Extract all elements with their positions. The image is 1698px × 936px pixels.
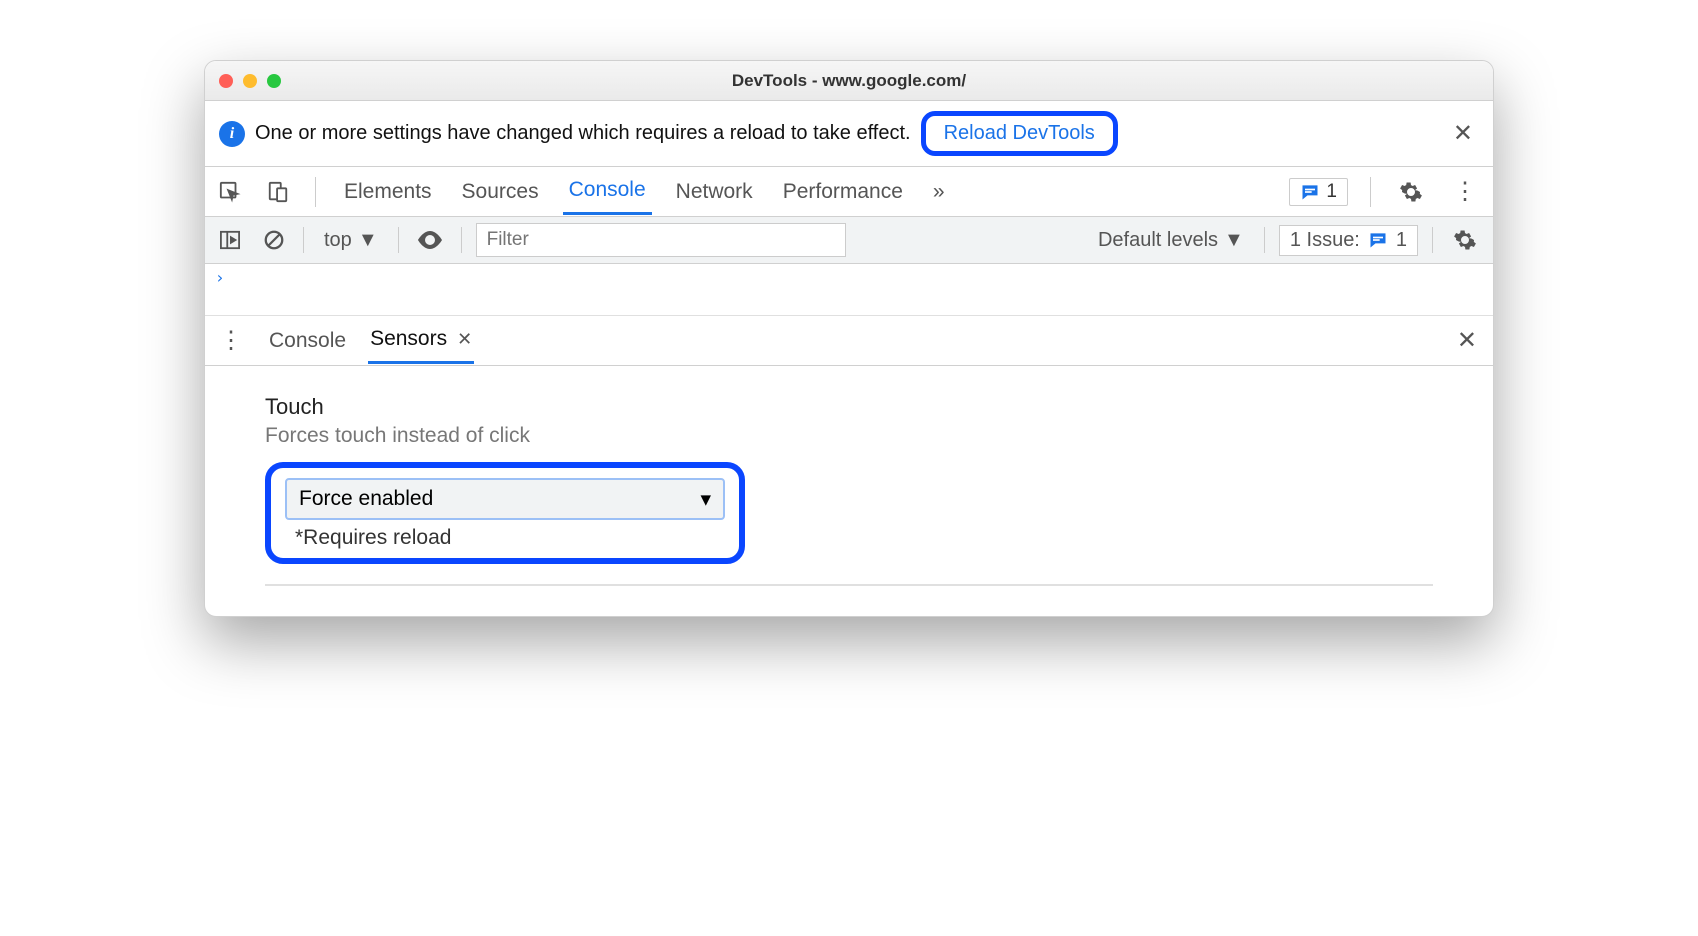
console-settings-gear-icon[interactable] bbox=[1447, 228, 1483, 252]
issue-icon bbox=[1368, 230, 1388, 250]
touch-select-value: Force enabled bbox=[299, 487, 433, 511]
messages-count: 1 bbox=[1326, 181, 1337, 203]
requires-reload-note: *Requires reload bbox=[285, 526, 725, 550]
info-icon: i bbox=[219, 121, 245, 147]
more-tabs-button[interactable]: » bbox=[927, 170, 951, 214]
close-tab-icon[interactable]: ✕ bbox=[457, 329, 472, 350]
levels-label: Default levels bbox=[1098, 229, 1218, 252]
live-expression-eye-icon[interactable] bbox=[413, 231, 447, 249]
touch-section-description: Forces touch instead of click bbox=[265, 424, 1433, 448]
issues-count: 1 bbox=[1396, 229, 1407, 252]
main-menu-kebab-icon[interactable]: ⋮ bbox=[1447, 177, 1483, 206]
console-filter-input[interactable] bbox=[476, 223, 846, 257]
tab-network[interactable]: Network bbox=[670, 170, 759, 214]
infobar-message: One or more settings have changed which … bbox=[255, 122, 911, 145]
close-drawer-button[interactable]: ✕ bbox=[1451, 326, 1483, 355]
window-titlebar: DevTools - www.google.com/ bbox=[205, 61, 1493, 101]
messages-badge[interactable]: 1 bbox=[1289, 178, 1348, 206]
reload-infobar: i One or more settings have changed whic… bbox=[205, 101, 1493, 167]
execution-context-select[interactable]: top ▼ bbox=[318, 227, 384, 254]
window-title: DevTools - www.google.com/ bbox=[205, 71, 1493, 91]
drawer-tabstrip: ⋮ Console Sensors ✕ ✕ bbox=[205, 316, 1493, 366]
main-tabstrip: Elements Sources Console Network Perform… bbox=[205, 167, 1493, 217]
drawer-menu-kebab-icon[interactable]: ⋮ bbox=[215, 326, 247, 355]
clear-console-icon[interactable] bbox=[259, 229, 289, 251]
reload-devtools-button[interactable]: Reload DevTools bbox=[921, 111, 1118, 156]
section-divider bbox=[265, 584, 1433, 586]
context-label: top bbox=[324, 229, 352, 252]
drawer-tab-console[interactable]: Console bbox=[267, 319, 348, 363]
message-icon bbox=[1300, 182, 1320, 202]
touch-section-label: Touch bbox=[265, 394, 1433, 420]
devtools-window: DevTools - www.google.com/ i One or more… bbox=[204, 60, 1494, 617]
tab-performance[interactable]: Performance bbox=[777, 170, 909, 214]
dropdown-triangle-icon: ▾ bbox=[700, 487, 711, 512]
tab-sources[interactable]: Sources bbox=[456, 170, 545, 214]
sensors-panel: Touch Forces touch instead of click Forc… bbox=[205, 366, 1493, 616]
touch-select-highlight: Force enabled ▾ *Requires reload bbox=[265, 462, 745, 564]
settings-gear-icon[interactable] bbox=[1393, 180, 1429, 204]
dropdown-triangle-icon: ▼ bbox=[358, 229, 378, 252]
tab-console[interactable]: Console bbox=[563, 168, 652, 215]
device-toggle-icon[interactable] bbox=[263, 181, 293, 203]
console-output[interactable]: › bbox=[205, 264, 1493, 316]
tab-elements[interactable]: Elements bbox=[338, 170, 438, 214]
inspect-element-icon[interactable] bbox=[215, 181, 245, 203]
console-prompt-icon: › bbox=[215, 268, 225, 287]
close-infobar-button[interactable]: ✕ bbox=[1447, 119, 1479, 148]
touch-mode-select[interactable]: Force enabled ▾ bbox=[285, 478, 725, 520]
toggle-sidebar-icon[interactable] bbox=[215, 230, 245, 250]
console-toolbar: top ▼ Default levels ▼ 1 Issue: 1 bbox=[205, 217, 1493, 264]
dropdown-triangle-icon: ▼ bbox=[1224, 229, 1244, 252]
log-levels-select[interactable]: Default levels ▼ bbox=[1092, 227, 1250, 254]
issues-badge[interactable]: 1 Issue: 1 bbox=[1279, 225, 1418, 256]
drawer-tab-sensors[interactable]: Sensors ✕ bbox=[368, 317, 474, 364]
issues-label: 1 Issue: bbox=[1290, 229, 1360, 252]
